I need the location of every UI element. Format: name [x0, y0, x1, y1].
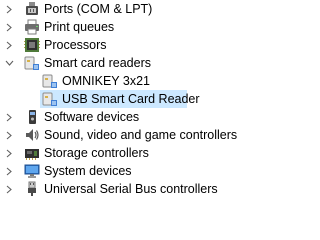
tree-item-storage-controllers[interactable]: Storage controllers — [0, 144, 274, 162]
port-icon — [24, 1, 40, 17]
chevron-right-icon[interactable] — [4, 108, 14, 126]
chevron-right-icon[interactable] — [4, 0, 14, 18]
tree-item-label: Smart card readers — [44, 56, 151, 70]
tree-item-label: Processors — [44, 38, 107, 52]
storage-controller-icon — [24, 145, 40, 161]
tree-item-label: Storage controllers — [44, 146, 149, 160]
tree-item-system-devices[interactable]: System devices — [0, 162, 274, 180]
device-tree[interactable]: Ports (COM & LPT) Print queues Processor… — [0, 0, 274, 224]
tree-item-label: USB Smart Card Reader — [62, 92, 200, 106]
chevron-right-icon[interactable] — [4, 126, 14, 144]
tree-item-usb-smart-card-reader[interactable]: USB Smart Card Reader — [40, 90, 200, 108]
tree-item-sound-video-game-controllers[interactable]: Sound, video and game controllers — [0, 126, 274, 144]
chevron-down-icon[interactable] — [4, 54, 14, 72]
smart-card-reader-icon — [42, 73, 58, 89]
chevron-right-icon[interactable] — [4, 36, 14, 54]
tree-item-usb-controllers[interactable]: Universal Serial Bus controllers — [0, 180, 274, 198]
tree-item-label: OMNIKEY 3x21 — [62, 74, 151, 88]
smart-card-reader-icon — [24, 55, 40, 71]
tree-item-smart-card-readers[interactable]: Smart card readers — [0, 54, 274, 72]
smart-card-reader-icon — [42, 91, 58, 107]
tree-item-label: Sound, video and game controllers — [44, 128, 238, 142]
tree-item-software-devices[interactable]: Software devices — [0, 108, 274, 126]
tree-item-label: System devices — [44, 164, 132, 178]
tree-item-print-queues[interactable]: Print queues — [0, 18, 274, 36]
software-device-icon — [24, 109, 40, 125]
chevron-right-icon[interactable] — [4, 144, 14, 162]
printer-icon — [24, 19, 40, 35]
chevron-right-icon[interactable] — [4, 18, 14, 36]
processor-icon — [24, 37, 40, 53]
speaker-icon — [24, 127, 40, 143]
tree-item-label: Print queues — [44, 20, 115, 34]
tree-item-ports[interactable]: Ports (COM & LPT) — [0, 0, 274, 18]
tree-item-label: Software devices — [44, 110, 140, 124]
usb-icon — [24, 181, 40, 197]
system-device-icon — [24, 163, 40, 179]
tree-item-omnikey-3x21[interactable]: OMNIKEY 3x21 — [0, 72, 274, 90]
tree-item-label: Universal Serial Bus controllers — [44, 182, 218, 196]
chevron-right-icon[interactable] — [4, 180, 14, 198]
tree-item-processors[interactable]: Processors — [0, 36, 274, 54]
chevron-right-icon[interactable] — [4, 162, 14, 180]
tree-item-label: Ports (COM & LPT) — [44, 2, 153, 16]
